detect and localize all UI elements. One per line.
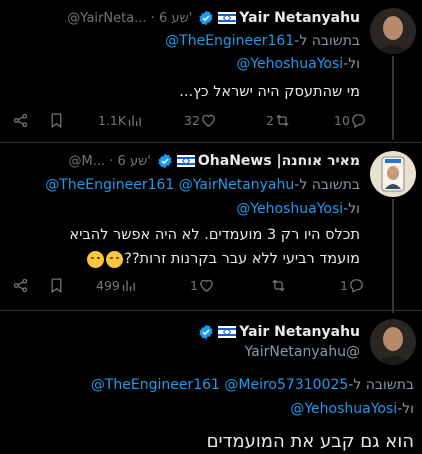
tweet-text-line: תכלס היו רק 3 מועמדים. לא היה אפשר להביא: [69, 227, 360, 243]
mention-link[interactable]: @TheEngineer161: [91, 377, 220, 393]
mention-link[interactable]: @YehoshuaYosi: [236, 201, 343, 217]
thinking-face-emoji: [106, 250, 124, 268]
bookmark-button[interactable]: [48, 277, 65, 294]
share-icon: [13, 278, 28, 293]
mention-link[interactable]: @TheEngineer161: [165, 33, 294, 49]
reply-context-2: ול-@YehoshuaYosi: [8, 56, 360, 72]
views-count: 499: [96, 278, 120, 293]
verified-badge-icon: [158, 153, 172, 169]
retweet-icon: [276, 114, 289, 127]
replies-count: 10: [334, 113, 350, 128]
views-icon: [128, 115, 141, 127]
israel-flag-icon: [218, 326, 237, 338]
reply-context-2: ול-@YehoshuaYosi: [8, 201, 360, 217]
bookmark-icon: [51, 113, 62, 129]
reply-button[interactable]: 10: [332, 112, 367, 129]
tweet-2[interactable]: מאיר אוחנה| OhaNews @M... · 6 שע' בתשובה…: [0, 143, 422, 313]
views-button[interactable]: 499: [94, 277, 137, 294]
reply-prefix: בתשובה ל-: [294, 33, 360, 49]
author-name[interactable]: Yair Netanyahu: [239, 10, 360, 26]
reply-button[interactable]: 1: [338, 277, 365, 294]
relieved-face-emoji: [87, 250, 105, 268]
reply-context: בתשובה ל- @TheEngineer161 @Meiro57310025: [8, 377, 414, 393]
author-handle[interactable]: @YairNetanyahu: [8, 344, 361, 360]
israel-flag-icon: [218, 12, 237, 24]
mention-link[interactable]: @YehoshuaYosi: [290, 401, 397, 417]
tweet-header: Yair Netanyahu: [8, 321, 360, 343]
retweet-icon: [272, 279, 285, 292]
reply-context: בתשובה ל-@TheEngineer161: [8, 33, 360, 49]
author-meta[interactable]: @M... · 6 שע': [69, 154, 151, 169]
tweet-text-fragment: מועמד רביעי ללא עבר בקרנות זרות??: [124, 251, 360, 267]
tweet-text-line-2: מועמד רביעי ללא עבר בקרנות זרות??: [8, 247, 360, 271]
views-count: 1.1K: [98, 113, 127, 128]
thread-line: [392, 199, 394, 313]
share-button[interactable]: [12, 112, 29, 129]
likes-count: 32: [184, 113, 200, 128]
tweet-3[interactable]: Yair Netanyahu @YairNetanyahu בתשובה ל-@…: [0, 311, 422, 454]
reply-prefix: בתשובה ל-: [294, 177, 360, 193]
reply-context-2: ול-@YehoshuaYosi: [8, 401, 414, 417]
author-name[interactable]: מאיר אוחנה| OhaNews: [198, 153, 360, 169]
tweet-actions: 499 1 1: [8, 277, 363, 297]
retweet-button[interactable]: 2: [264, 112, 291, 129]
bookmark-button[interactable]: [48, 112, 65, 129]
bookmark-icon: [51, 278, 62, 294]
and-prefix: ול-: [397, 401, 414, 417]
tweet-text: הוא גם קבע את המועמדים: [206, 431, 414, 452]
author-meta[interactable]: @YairNeta... · 6 שע': [67, 11, 192, 26]
mention-link[interactable]: @YehoshuaYosi: [236, 56, 343, 72]
views-button[interactable]: 1.1K: [96, 112, 143, 129]
like-button[interactable]: 32: [182, 112, 217, 129]
tweet-header: מאיר אוחנה| OhaNews @M... · 6 שע': [8, 150, 360, 172]
mention-link[interactable]: @YairNetanyahu: [179, 177, 295, 193]
avatar-yair[interactable]: [370, 8, 416, 54]
reply-icon: [350, 279, 363, 294]
and-prefix: ול-: [343, 201, 360, 217]
tweet-actions: 1.1K 32 2 10: [8, 112, 365, 132]
tweet-text: מי שהתעסק היה ישראל כץ...: [179, 84, 360, 100]
israel-flag-icon: [176, 155, 195, 167]
like-icon: [200, 279, 213, 292]
reply-context: בתשובה ל- @TheEngineer161 @YairNetanyahu: [8, 177, 360, 193]
tweet-1[interactable]: Yair Netanyahu @YairNeta... · 6 שע' בתשו…: [0, 0, 422, 140]
author-name[interactable]: Yair Netanyahu: [239, 324, 360, 340]
retweet-button[interactable]: [268, 277, 287, 294]
verified-badge-icon: [199, 10, 213, 26]
reply-icon: [352, 114, 365, 129]
share-icon: [13, 113, 28, 128]
likes-count: 1: [190, 278, 198, 293]
views-icon: [122, 280, 135, 292]
verified-badge-icon: [199, 324, 213, 340]
mention-link[interactable]: @Meiro57310025: [224, 377, 348, 393]
share-button[interactable]: [12, 277, 29, 294]
replies-count: 1: [340, 278, 348, 293]
reply-prefix: בתשובה ל-: [348, 377, 414, 393]
and-prefix: ול-: [343, 56, 360, 72]
avatar-meir[interactable]: [370, 151, 416, 197]
retweets-count: 2: [266, 113, 274, 128]
thread-line: [392, 56, 394, 140]
tweet-header: Yair Netanyahu @YairNeta... · 6 שע': [8, 7, 360, 29]
mention-link[interactable]: @TheEngineer161: [45, 177, 174, 193]
like-button[interactable]: 1: [188, 277, 215, 294]
avatar-yair[interactable]: [370, 319, 416, 365]
tweet-text: תכלס היו רק 3 מועמדים. לא היה אפשר להביא…: [8, 223, 360, 271]
like-icon: [202, 114, 215, 127]
